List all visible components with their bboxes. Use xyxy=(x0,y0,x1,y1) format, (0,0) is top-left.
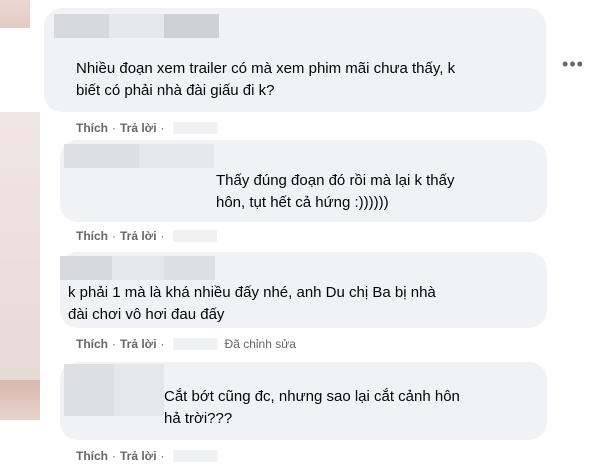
comment-bubble: Thấy đúng đoạn đó rồi mà lại k thấy hôn,… xyxy=(60,140,547,222)
comment-text: k phải 1 mà là khá nhiều đấy nhé, anh Du… xyxy=(68,284,436,323)
avatar[interactable] xyxy=(0,112,40,380)
separator: · xyxy=(112,449,116,463)
comment-text: Thấy đúng đoạn đó rồi mà lại k thấy hôn,… xyxy=(216,172,455,211)
separator: · xyxy=(160,449,165,463)
like-button[interactable]: Thích xyxy=(76,229,108,243)
separator: · xyxy=(112,229,116,243)
separator: · xyxy=(160,229,165,243)
timestamp-redacted[interactable] xyxy=(172,230,217,242)
separator: · xyxy=(112,337,116,351)
author-name-redacted[interactable] xyxy=(64,364,164,416)
like-button[interactable]: Thích xyxy=(76,337,108,351)
avatar[interactable] xyxy=(0,0,30,28)
comment-actions: Thích · Trả lời · xyxy=(76,120,217,136)
separator: · xyxy=(112,121,116,135)
reply-button[interactable]: Trả lời xyxy=(120,337,157,351)
edited-label: Đã chỉnh sửa xyxy=(224,337,296,351)
comment-text: Nhiều đoạn xem trailer có mà xem phim mã… xyxy=(76,60,456,99)
reply-button[interactable]: Trả lời xyxy=(120,229,157,243)
comment-bubble: Cắt bớt cũng đc, nhưng sao lại cắt cảnh … xyxy=(60,362,547,440)
separator: · xyxy=(160,337,165,351)
reply-button[interactable]: Trả lời xyxy=(120,121,157,135)
timestamp-redacted[interactable] xyxy=(172,338,217,350)
timestamp-redacted[interactable] xyxy=(172,122,217,134)
author-name-redacted[interactable] xyxy=(64,144,214,168)
avatar[interactable] xyxy=(0,380,40,420)
timestamp-redacted[interactable] xyxy=(172,450,217,462)
author-name-redacted[interactable] xyxy=(60,256,215,280)
like-button[interactable]: Thích xyxy=(76,449,108,463)
comment-text: Cắt bớt cũng đc, nhưng sao lại cắt cảnh … xyxy=(164,388,460,427)
reply-button[interactable]: Trả lời xyxy=(120,449,157,463)
comment-actions: Thích · Trả lời · Đã chỉnh sửa xyxy=(76,336,296,352)
comment-actions: Thích · Trả lời · xyxy=(76,228,217,244)
author-name-redacted[interactable] xyxy=(54,14,219,38)
separator: · xyxy=(160,121,165,135)
like-button[interactable]: Thích xyxy=(76,121,108,135)
comment-actions: Thích · Trả lời · xyxy=(76,448,217,464)
more-horizontal-icon[interactable]: ••• xyxy=(560,52,586,76)
comment-bubble: Nhiều đoạn xem trailer có mà xem phim mã… xyxy=(44,8,546,112)
comment-bubble: k phải 1 mà là khá nhiều đấy nhé, anh Du… xyxy=(60,252,547,328)
